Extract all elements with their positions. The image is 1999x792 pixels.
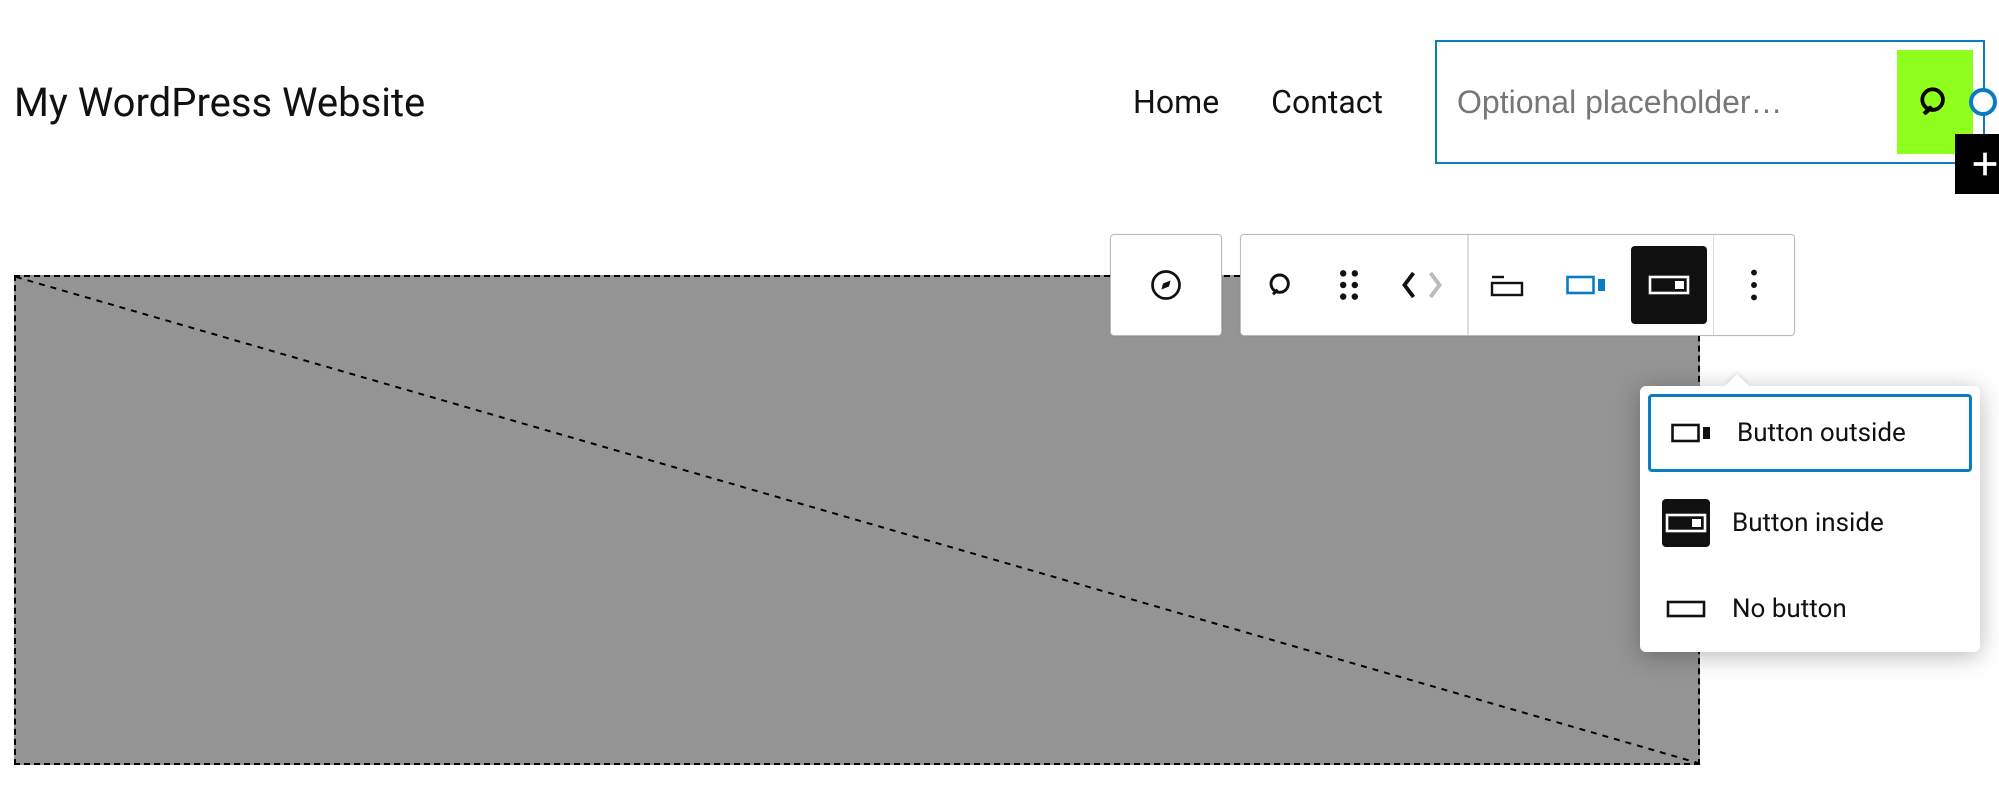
drag-handle-icon [1338, 269, 1360, 301]
layout-dropdown: Button outside Button inside No button [1640, 386, 1980, 652]
add-block-button[interactable] [1955, 134, 1999, 194]
nav-group: Home Contact [1133, 40, 1985, 164]
dropdown-item-label: No button [1732, 594, 1847, 624]
dropdown-item-no-button[interactable]: No button [1640, 566, 1980, 652]
toolbar-group-controls [1240, 234, 1795, 336]
dropdown-item-button-outside[interactable]: Button outside [1648, 394, 1972, 472]
chevron-left-icon[interactable] [1399, 270, 1419, 300]
button-outside-icon [1566, 273, 1606, 297]
block-type-button[interactable] [1241, 235, 1321, 335]
layout-option-button-outside[interactable] [1547, 235, 1625, 335]
more-vertical-icon [1749, 268, 1759, 302]
button-outside-icon [1667, 409, 1715, 457]
button-inside-icon [1662, 499, 1710, 547]
search-input[interactable] [1437, 42, 1897, 162]
drag-handle[interactable] [1321, 235, 1377, 335]
search-icon [1265, 269, 1297, 301]
move-buttons [1377, 235, 1467, 335]
site-header: My WordPress Website Home Contact [0, 0, 1999, 184]
button-inside-icon [1648, 273, 1690, 297]
toolbar-group-parent [1110, 234, 1222, 336]
more-options-button[interactable] [1714, 235, 1794, 335]
nav-home[interactable]: Home [1133, 83, 1219, 121]
dropdown-item-label: Button outside [1737, 418, 1906, 448]
layout-option-label[interactable] [1469, 235, 1547, 335]
block-toolbar [1110, 234, 1795, 336]
search-block[interactable] [1435, 40, 1985, 164]
chevron-right-icon[interactable] [1425, 270, 1445, 300]
site-title[interactable]: My WordPress Website [14, 79, 425, 126]
compass-icon [1148, 267, 1184, 303]
label-position-icon [1490, 271, 1526, 299]
layout-option-button-inside[interactable] [1625, 235, 1713, 335]
resize-handle[interactable] [1969, 88, 1997, 116]
dropdown-item-label: Button inside [1732, 508, 1884, 538]
no-button-icon [1662, 585, 1710, 633]
image-placeholder-block[interactable] [14, 275, 1700, 765]
nav-links: Home Contact [1133, 83, 1383, 121]
dropdown-item-button-inside[interactable]: Button inside [1640, 480, 1980, 566]
parent-selector-button[interactable] [1111, 235, 1221, 335]
search-icon [1916, 83, 1954, 121]
nav-contact[interactable]: Contact [1271, 83, 1383, 121]
plus-icon [1968, 147, 1999, 181]
